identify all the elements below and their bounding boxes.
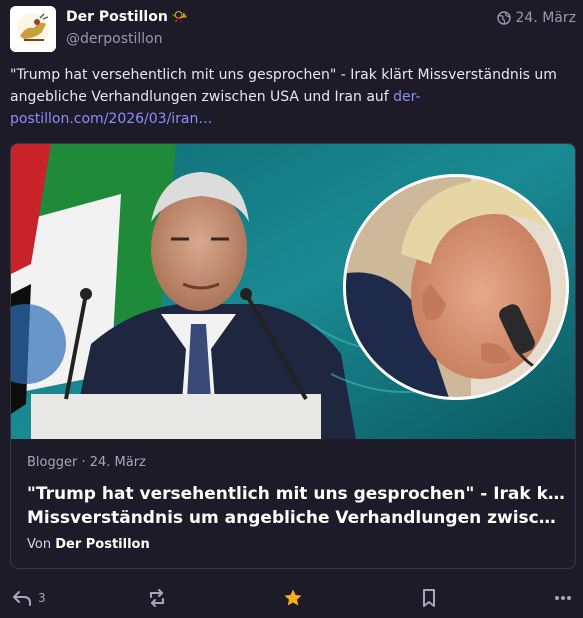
more-options-button[interactable] xyxy=(554,584,572,612)
card-author: Von Der Postillon xyxy=(27,537,150,552)
display-name[interactable]: Der Postillon 📯 xyxy=(66,9,188,25)
card-title-line-1: "Trump hat versehentlich mit uns gesproc… xyxy=(27,484,567,504)
author-avatar[interactable] xyxy=(10,6,56,52)
action-bar: 3 xyxy=(0,584,583,612)
reply-icon xyxy=(13,591,31,606)
post-meta[interactable]: 24. März xyxy=(496,10,576,26)
favourite-button[interactable] xyxy=(283,584,303,612)
card-author-name[interactable]: Der Postillon xyxy=(55,537,150,552)
account-handle[interactable]: @derpostillon xyxy=(66,31,163,47)
card-source: Blogger · 24. März xyxy=(27,455,146,470)
boost-icon xyxy=(150,589,164,607)
post-date: 24. März xyxy=(515,10,576,26)
link-preview-card[interactable]: Blogger · 24. März "Trump hat versehentl… xyxy=(10,143,576,569)
reply-button[interactable]: 3 xyxy=(12,584,46,612)
star-icon xyxy=(284,589,302,606)
post-text: "Trump hat versehentlich mit uns gesproc… xyxy=(10,67,557,105)
card-title-line-2: Missverständnis um angebliche Verhandlun… xyxy=(27,508,567,528)
more-icon xyxy=(555,596,571,600)
post-content: "Trump hat versehentlich mit uns gesproc… xyxy=(10,64,572,130)
globe-icon xyxy=(496,11,511,25)
bookmark-button[interactable] xyxy=(421,584,437,612)
postillon-logo-icon xyxy=(10,6,56,52)
reply-count: 3 xyxy=(38,591,46,605)
card-image xyxy=(11,144,575,439)
card-title[interactable]: "Trump hat versehentlich mit uns gesproc… xyxy=(27,482,567,530)
card-author-prefix: Von xyxy=(27,537,56,552)
boost-button[interactable] xyxy=(147,584,167,612)
bookmark-icon xyxy=(423,589,435,607)
display-name-text: Der Postillon xyxy=(66,9,168,25)
postal-horn-emoji: 📯 xyxy=(171,10,188,25)
